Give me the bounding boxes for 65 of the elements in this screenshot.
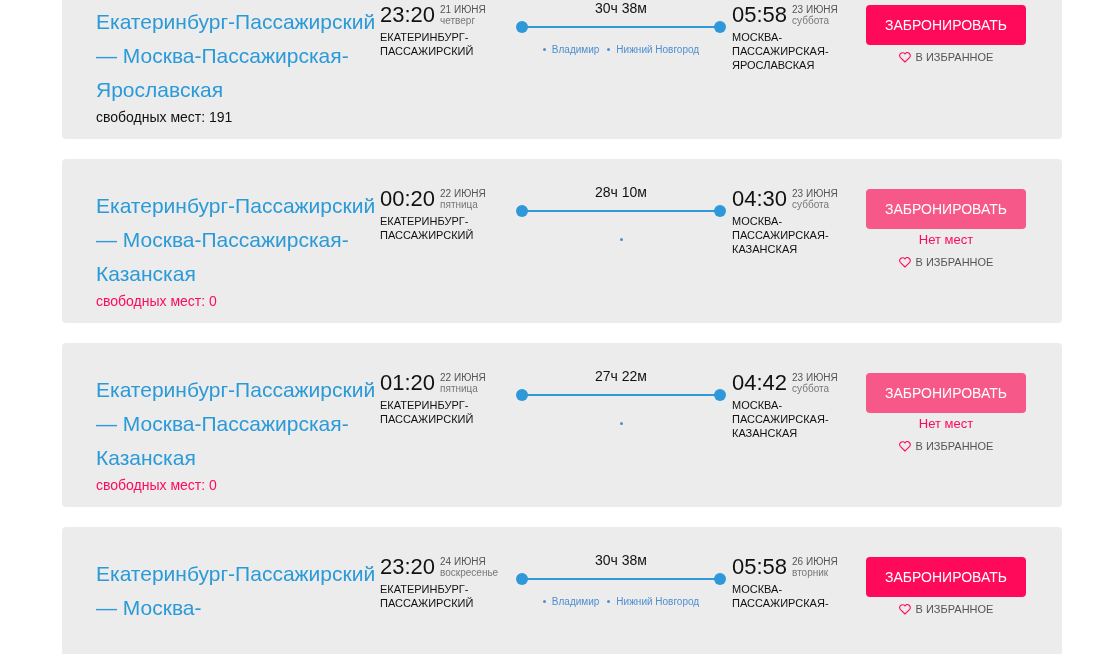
date: 21 ИЮНЯ xyxy=(440,4,486,15)
seats-count: свободных мест: 0 xyxy=(96,292,218,311)
route-title: Екатеринбург-Пассажирский — Москва-Пассажирская-Ярославская xyxy=(96,9,377,103)
book-button[interactable]: ЗАБРОНИРОВАТЬ xyxy=(866,557,1026,597)
date: 23 ИЮНЯ xyxy=(792,372,838,383)
date: 23 ИЮНЯ xyxy=(792,188,838,199)
station-name: ЕКАТЕРИНБУРГ-ПАССАЖИРСКИЙ xyxy=(380,30,475,58)
stop-name: Владимир xyxy=(551,43,600,55)
duration: 30ч 38м xyxy=(595,551,647,570)
station-name: ЕКАТЕРИНБУРГ-ПАССАЖИРСКИЙ xyxy=(380,582,475,610)
heart-icon xyxy=(898,51,911,63)
heart-icon xyxy=(898,603,911,615)
stop-dot xyxy=(542,599,546,603)
heart-icon xyxy=(898,256,911,268)
weekday: суббота xyxy=(792,383,830,394)
time: 04:30 xyxy=(732,185,788,213)
time: 01:20 xyxy=(380,369,436,397)
date: 22 ИЮНЯ xyxy=(440,372,486,383)
station-name: МОСКВА-ПАССАЖИРСКАЯ-ЯРОСЛАВСКАЯ xyxy=(732,30,830,72)
date: 22 ИЮНЯ xyxy=(440,188,486,199)
stop-name: Нижний Новгород xyxy=(616,595,700,607)
weekday: пятница xyxy=(440,199,479,210)
stop-dot xyxy=(619,422,623,425)
stop-dot xyxy=(607,599,611,603)
duration: 30ч 38м xyxy=(595,0,647,18)
route-title: Екатеринбург-Пассажирский — Москва-Пассажирская-Казанская xyxy=(96,193,377,287)
date: 23 ИЮНЯ xyxy=(792,4,838,15)
duration: 27ч 22м xyxy=(595,367,647,386)
station-name: МОСКВА-ПАССАЖИРСКАЯ-КАЗАНСКАЯ xyxy=(732,214,830,256)
date: 26 ИЮНЯ xyxy=(792,556,838,567)
weekday: суббота xyxy=(792,15,830,26)
station-name: МОСКВА-ПАССАЖИРСКАЯ- xyxy=(732,582,830,610)
route-title: Екатеринбург-Пассажирский — Москва-Пассажирская-Казанская xyxy=(96,377,377,471)
weekday: воскресенье xyxy=(440,567,499,578)
seats-count: свободных мест: 0 xyxy=(96,476,218,495)
favorite-link[interactable]: В ИЗБРАННОЕ xyxy=(898,603,994,615)
route-title: Екатеринбург-Пассажирский — Москва- xyxy=(96,561,377,621)
heart-icon xyxy=(898,440,911,452)
weekday: пятница xyxy=(440,383,479,394)
time: 00:20 xyxy=(380,185,436,213)
stop-dot xyxy=(619,238,623,241)
favorite-link[interactable]: В ИЗБРАННОЕ xyxy=(898,51,994,63)
time: 05:58 xyxy=(732,553,788,581)
book-button[interactable]: ЗАБРОНИРОВАТЬ xyxy=(866,5,1026,45)
favorite-link[interactable]: В ИЗБРАННОЕ xyxy=(898,256,994,268)
station-name: ЕКАТЕРИНБУРГ-ПАССАЖИРСКИЙ xyxy=(380,214,475,242)
weekday: суббота xyxy=(792,199,830,210)
stop-dot xyxy=(542,47,546,51)
no-seats-note: Нет мест xyxy=(918,415,974,433)
weekday: четверг xyxy=(440,15,477,26)
station-name: ЕКАТЕРИНБУРГ-ПАССАЖИРСКИЙ xyxy=(380,398,475,426)
time: 23:20 xyxy=(380,1,436,29)
stop-dot xyxy=(607,47,611,51)
seats-count: свободных мест: 191 xyxy=(96,108,234,127)
stop-name: Нижний Новгород xyxy=(616,43,700,55)
favorite-link[interactable]: В ИЗБРАННОЕ xyxy=(898,440,994,452)
stop-name: Владимир xyxy=(551,595,600,607)
duration: 28ч 10м xyxy=(595,183,647,202)
time: 05:58 xyxy=(732,1,788,29)
station-name: МОСКВА-ПАССАЖИРСКАЯ-КАЗАНСКАЯ xyxy=(732,398,830,440)
weekday: вторник xyxy=(792,567,830,578)
no-seats-note: Нет мест xyxy=(918,231,974,249)
date: 24 ИЮНЯ xyxy=(440,556,487,567)
time: 23:20 xyxy=(380,553,436,581)
time: 04:42 xyxy=(732,369,788,397)
